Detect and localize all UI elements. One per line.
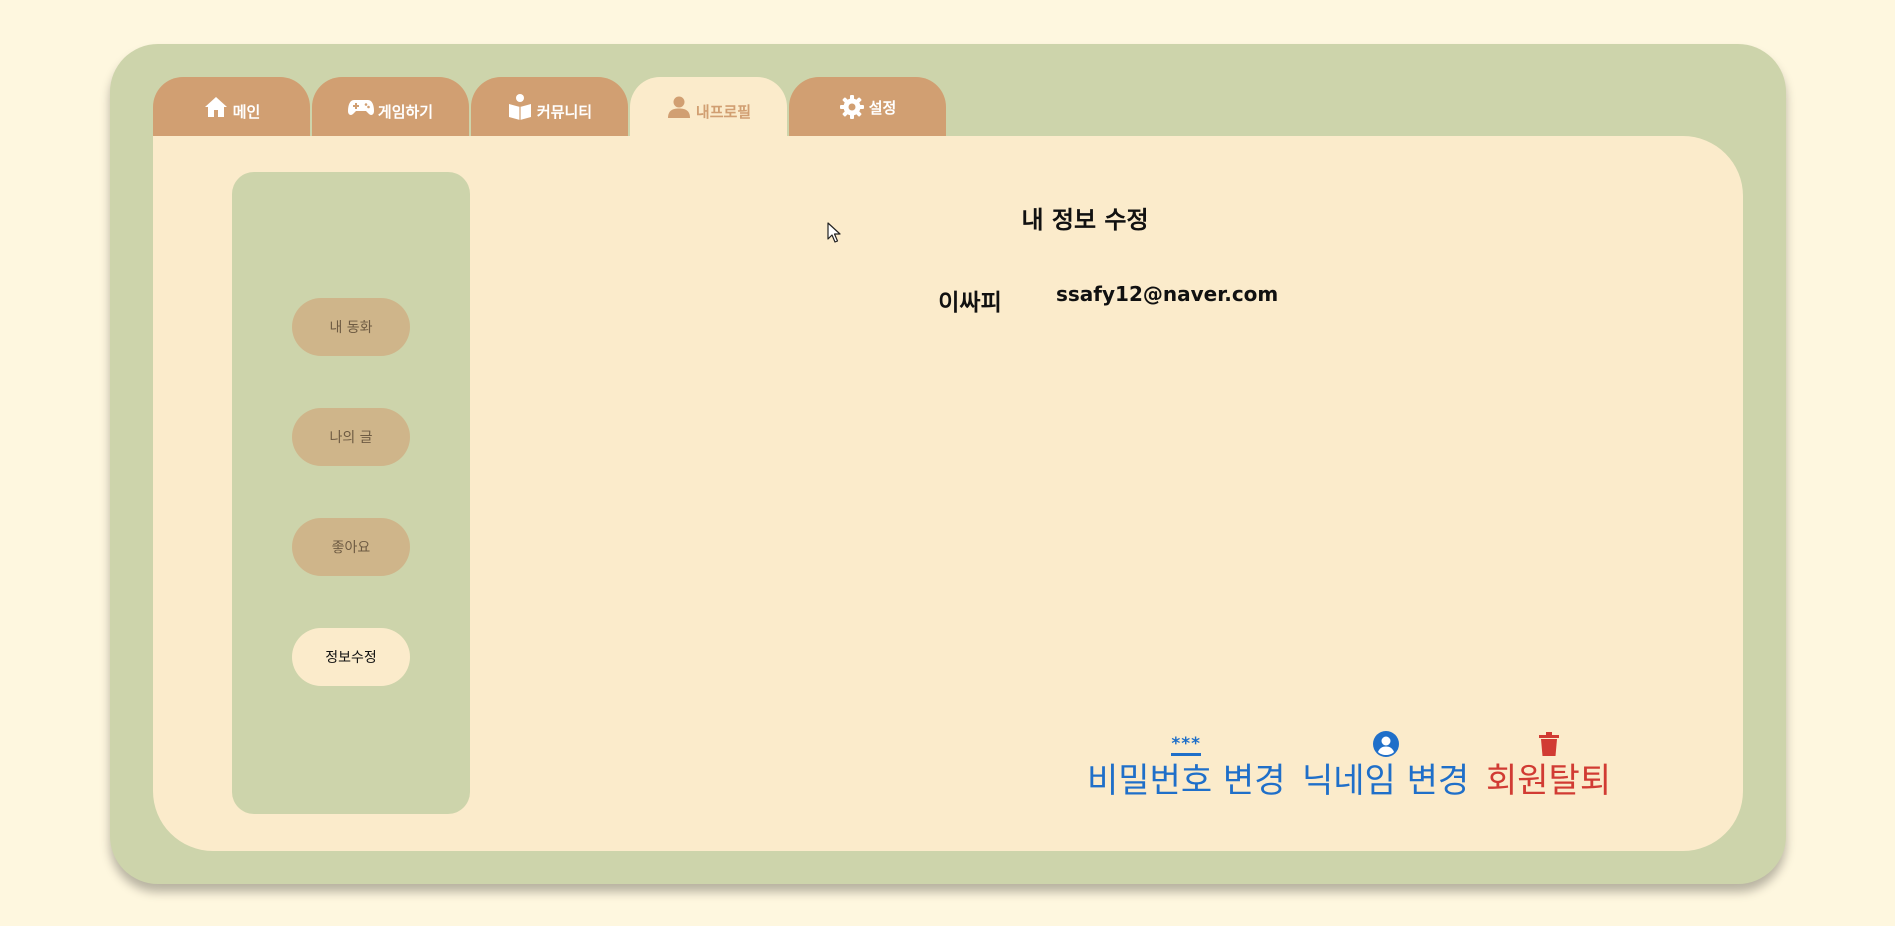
sidebar-item-edit-info[interactable]: 정보수정 xyxy=(292,628,410,686)
tab-settings[interactable]: 설정 xyxy=(789,77,946,137)
profile-sidebar xyxy=(232,172,470,814)
tab-label: 내프로필 xyxy=(695,102,752,121)
main-tab-bar: 메인 게임하기 커뮤니티 내프로필 설정 xyxy=(153,77,948,137)
user-nickname: 이싸피 xyxy=(938,290,1002,316)
gamepad-icon xyxy=(347,94,374,120)
tab-my-profile[interactable]: 내프로필 xyxy=(630,77,787,137)
tab-community[interactable]: 커뮤니티 xyxy=(471,77,628,137)
reading-book-icon xyxy=(507,94,533,120)
tab-label: 설정 xyxy=(868,98,897,117)
trash-icon xyxy=(1538,729,1559,759)
tab-label: 메인 xyxy=(232,102,261,121)
sidebar-item-my-fairytale[interactable]: 내 동화 xyxy=(292,298,410,356)
tab-label: 게임하기 xyxy=(377,102,434,121)
tab-main[interactable]: 메인 xyxy=(153,77,310,137)
user-email: ssafy12@naver.com xyxy=(1056,282,1279,306)
change-nickname-label: 닉네임 변경 xyxy=(1302,761,1470,801)
withdraw-label: 회원탈퇴 xyxy=(1486,761,1612,801)
change-password-label: 비밀번호 변경 xyxy=(1087,761,1286,801)
sidebar-item-likes[interactable]: 좋아요 xyxy=(292,518,410,576)
tab-label: 커뮤니티 xyxy=(536,102,593,121)
home-icon xyxy=(203,94,229,120)
user-circle-icon xyxy=(1372,729,1399,759)
page-title: 내 정보 수정 xyxy=(1021,206,1149,234)
change-password-button[interactable]: *** 비밀번호 변경 xyxy=(1087,729,1286,801)
gear-icon xyxy=(839,94,865,120)
asterisks-icon: *** xyxy=(1171,733,1202,756)
mouse-cursor-icon xyxy=(827,222,841,248)
tab-game[interactable]: 게임하기 xyxy=(312,77,469,137)
user-icon xyxy=(666,94,692,120)
change-nickname-button[interactable]: 닉네임 변경 xyxy=(1302,729,1469,801)
sidebar-item-my-posts[interactable]: 나의 글 xyxy=(292,408,410,466)
withdraw-button[interactable]: 회원탈퇴 xyxy=(1486,729,1611,801)
